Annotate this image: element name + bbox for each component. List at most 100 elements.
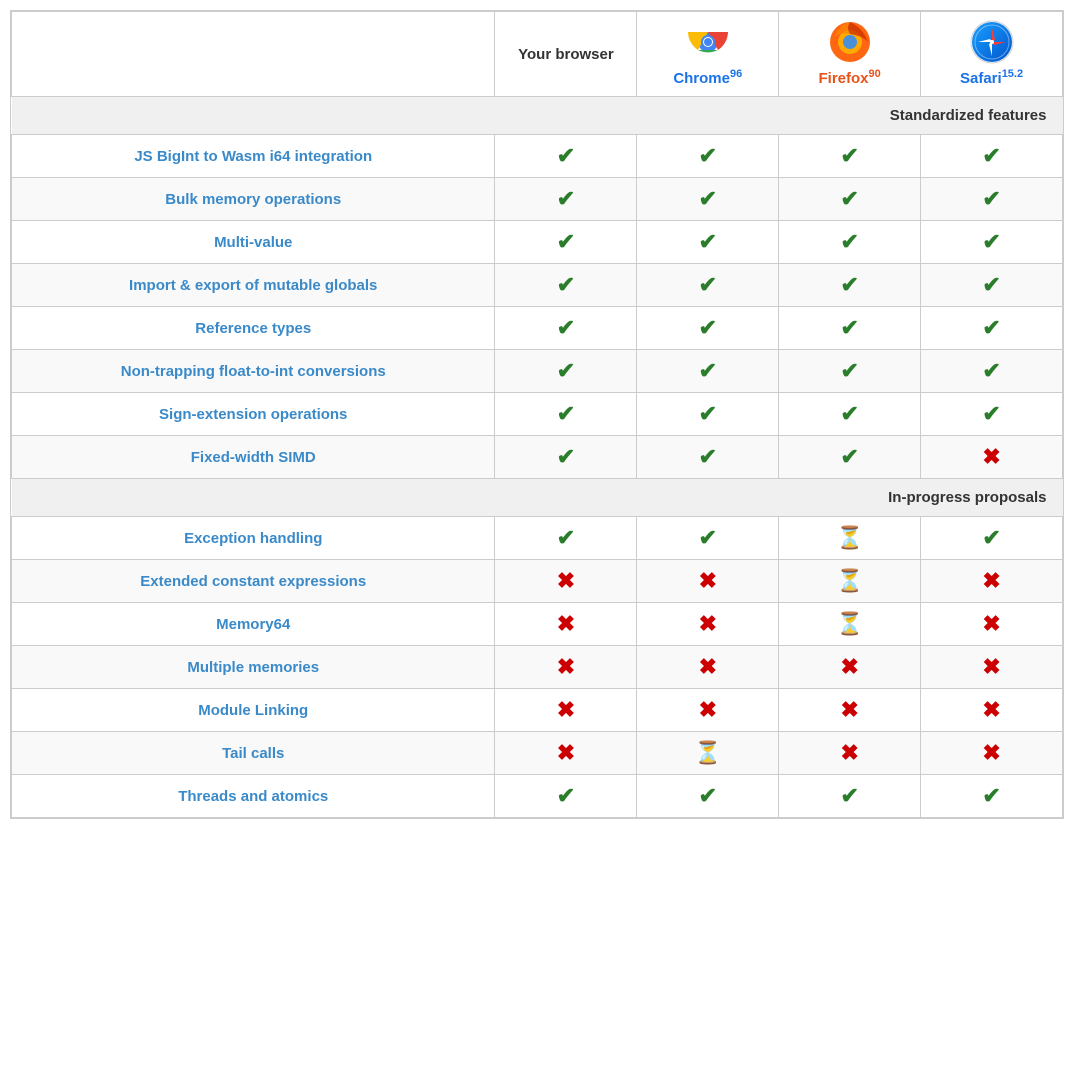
your-browser-cell: ✖ (495, 732, 637, 775)
safari-cell: ✖ (921, 646, 1063, 689)
check-icon: ✔ (982, 783, 1000, 808)
chrome-cell: ✔ (637, 307, 779, 350)
check-icon: ✔ (699, 229, 717, 254)
chrome-cell: ✔ (637, 221, 779, 264)
safari-cell: ✔ (921, 350, 1063, 393)
safari-column-header: Safari15.2 (921, 12, 1063, 97)
cross-icon: ✖ (982, 654, 1000, 679)
table-row: Bulk memory operations ✔ ✔ ✔ ✔ (12, 178, 1063, 221)
table-row: Import & export of mutable globals ✔ ✔ ✔… (12, 264, 1063, 307)
safari-cell: ✔ (921, 307, 1063, 350)
check-icon: ✔ (840, 143, 858, 168)
chrome-cell: ✖ (637, 689, 779, 732)
firefox-column-header: Firefox90 (779, 12, 921, 97)
feature-name-cell: Reference types (12, 307, 495, 350)
chrome-version: 96 (730, 68, 742, 80)
feature-name-cell: Module Linking (12, 689, 495, 732)
your-browser-cell: ✔ (495, 307, 637, 350)
check-icon: ✔ (557, 525, 575, 550)
table-row: Memory64 ✖ ✖ ⏳ ✖ (12, 603, 1063, 646)
feature-name-cell: Sign-extension operations (12, 393, 495, 436)
safari-cell: ✔ (921, 264, 1063, 307)
chrome-cell: ⏳ (637, 732, 779, 775)
your-browser-cell: ✔ (495, 436, 637, 479)
firefox-cell: ✔ (779, 350, 921, 393)
safari-cell: ✖ (921, 689, 1063, 732)
your-browser-cell: ✖ (495, 689, 637, 732)
check-icon: ✔ (840, 272, 858, 297)
your-browser-cell: ✔ (495, 517, 637, 560)
check-icon: ✔ (557, 358, 575, 383)
chrome-cell: ✔ (637, 775, 779, 818)
check-icon: ✔ (699, 143, 717, 168)
check-icon: ✔ (557, 444, 575, 469)
firefox-cell: ⏳ (779, 603, 921, 646)
section-header-row: In-progress proposals (12, 479, 1063, 517)
your-browser-column-header: Your browser (495, 12, 637, 97)
feature-name-cell: Non-trapping float-to-int conversions (12, 350, 495, 393)
your-browser-cell: ✔ (495, 350, 637, 393)
check-icon: ✔ (557, 401, 575, 426)
check-icon: ✔ (840, 186, 858, 211)
your-browser-cell: ✔ (495, 393, 637, 436)
cross-icon: ✖ (699, 568, 717, 593)
check-icon: ✔ (699, 358, 717, 383)
feature-name-cell: Multi-value (12, 221, 495, 264)
firefox-cell: ✔ (779, 221, 921, 264)
safari-cell: ✔ (921, 135, 1063, 178)
section-header-row: Standardized features (12, 97, 1063, 135)
chrome-cell: ✖ (637, 646, 779, 689)
safari-cell: ✖ (921, 436, 1063, 479)
safari-cell: ✖ (921, 603, 1063, 646)
your-browser-label: Your browser (518, 46, 614, 63)
table-row: JS BigInt to Wasm i64 integration ✔ ✔ ✔ … (12, 135, 1063, 178)
feature-name-cell: Fixed-width SIMD (12, 436, 495, 479)
check-icon: ✔ (699, 525, 717, 550)
table-row: Tail calls ✖ ⏳ ✖ ✖ (12, 732, 1063, 775)
safari-name: Safari15.2 (960, 70, 1023, 87)
check-icon: ✔ (840, 444, 858, 469)
check-icon: ✔ (840, 401, 858, 426)
chrome-cell: ✔ (637, 393, 779, 436)
cross-icon: ✖ (557, 697, 575, 722)
hourglass-icon: ⏳ (836, 611, 863, 636)
check-icon: ✔ (557, 143, 575, 168)
table-row: Non-trapping float-to-int conversions ✔ … (12, 350, 1063, 393)
check-icon: ✔ (840, 315, 858, 340)
cross-icon: ✖ (840, 654, 858, 679)
check-icon: ✔ (982, 401, 1000, 426)
chrome-cell: ✖ (637, 560, 779, 603)
firefox-cell: ✔ (779, 264, 921, 307)
cross-icon: ✖ (982, 568, 1000, 593)
section-title: In-progress proposals (12, 479, 1063, 517)
firefox-cell: ✔ (779, 393, 921, 436)
safari-cell: ✔ (921, 775, 1063, 818)
cross-icon: ✖ (557, 611, 575, 636)
hourglass-icon: ⏳ (694, 740, 721, 765)
firefox-icon (828, 20, 872, 64)
check-icon: ✔ (699, 315, 717, 340)
cross-icon: ✖ (699, 611, 717, 636)
chrome-icon (686, 20, 730, 64)
check-icon: ✔ (840, 358, 858, 383)
your-browser-cell: ✔ (495, 775, 637, 818)
chrome-cell: ✔ (637, 436, 779, 479)
check-icon: ✔ (699, 444, 717, 469)
safari-version: 15.2 (1002, 68, 1023, 80)
table-row: Reference types ✔ ✔ ✔ ✔ (12, 307, 1063, 350)
table-row: Multiple memories ✖ ✖ ✖ ✖ (12, 646, 1063, 689)
check-icon: ✔ (557, 186, 575, 211)
check-icon: ✔ (982, 525, 1000, 550)
table-row: Exception handling ✔ ✔ ⏳ ✔ (12, 517, 1063, 560)
firefox-cell: ✔ (779, 775, 921, 818)
feature-name-cell: Import & export of mutable globals (12, 264, 495, 307)
check-icon: ✔ (982, 143, 1000, 168)
table-row: Multi-value ✔ ✔ ✔ ✔ (12, 221, 1063, 264)
check-icon: ✔ (840, 229, 858, 254)
table-row: Fixed-width SIMD ✔ ✔ ✔ ✖ (12, 436, 1063, 479)
firefox-cell: ✔ (779, 178, 921, 221)
table-row: Sign-extension operations ✔ ✔ ✔ ✔ (12, 393, 1063, 436)
safari-cell: ✔ (921, 517, 1063, 560)
cross-icon: ✖ (982, 697, 1000, 722)
firefox-name: Firefox90 (819, 70, 881, 87)
